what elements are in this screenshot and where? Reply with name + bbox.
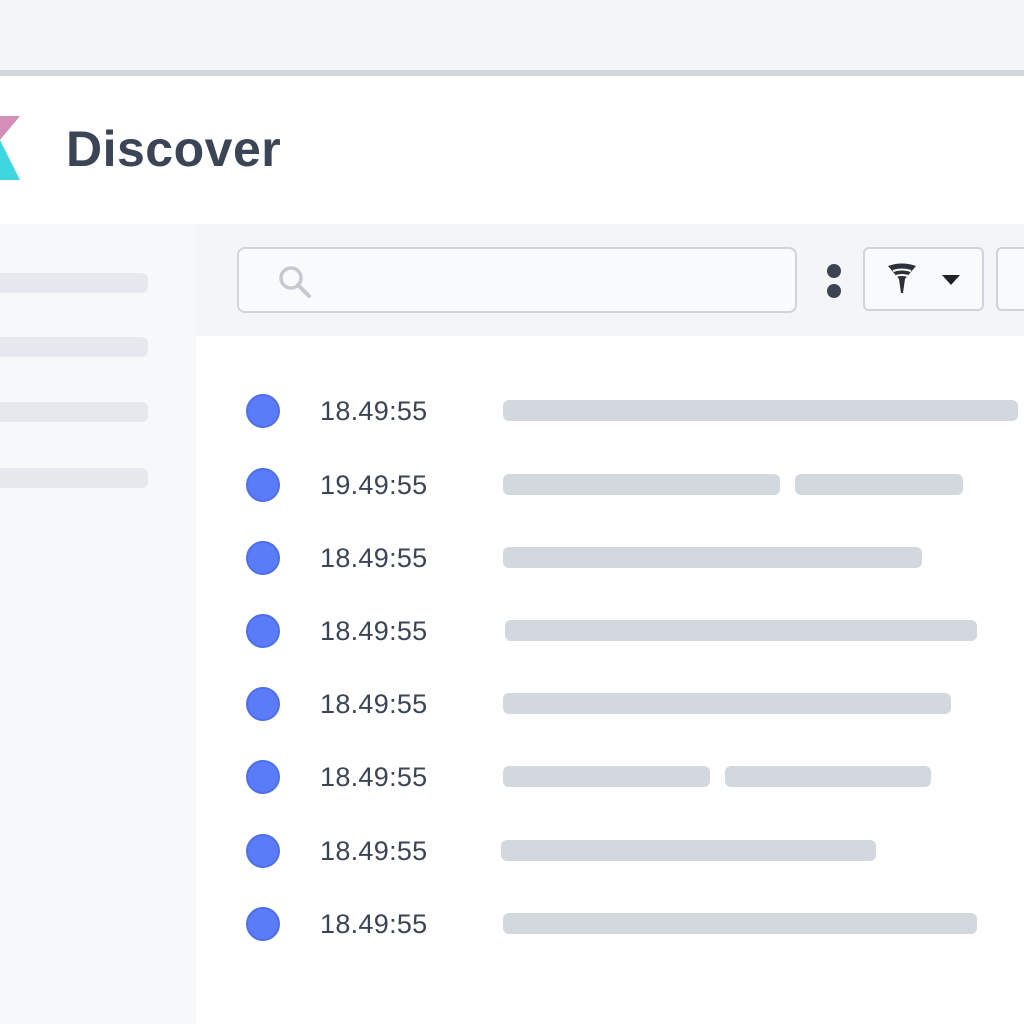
status-dot [246, 394, 280, 428]
content-placeholder [503, 547, 922, 568]
status-dot [246, 614, 280, 648]
event-time: 18.49:55 [320, 762, 428, 792]
kebab-menu-icon[interactable] [822, 262, 846, 302]
event-time: 18.49:55 [320, 543, 428, 573]
content-placeholder [795, 474, 963, 495]
content-placeholder [725, 766, 931, 787]
status-dot [246, 687, 280, 721]
event-time: 18.49:55 [320, 689, 428, 719]
status-dot [246, 541, 280, 575]
browser-chrome [0, 0, 1024, 70]
sidebar-item[interactable] [0, 273, 148, 293]
sidebar-item[interactable] [0, 402, 148, 422]
list-item[interactable]: 18.49:55 [207, 606, 1024, 656]
content-placeholder [503, 474, 780, 495]
content-placeholder [503, 913, 977, 934]
toolbar-button[interactable] [996, 247, 1024, 311]
event-time: 18.49:55 [320, 909, 428, 939]
list-item[interactable]: 18.49:55 [207, 826, 1024, 876]
status-dot [246, 834, 280, 868]
status-dot [246, 907, 280, 941]
filter-dropdown-button[interactable] [863, 247, 984, 311]
event-time: 18.49:55 [320, 616, 428, 646]
sidebar-item[interactable] [0, 337, 148, 357]
event-time: 18.49:55 [320, 396, 428, 426]
status-dot [246, 468, 280, 502]
search-icon [279, 266, 311, 298]
search-input[interactable] [323, 259, 783, 301]
content-placeholder [503, 766, 710, 787]
event-list: 18.49:55 19.49:55 18.49:55 18.49:55 18.4… [207, 336, 1024, 1024]
content-placeholder [501, 840, 876, 861]
list-item[interactable]: 18.49:55 [207, 752, 1024, 802]
event-time: 18.49:55 [320, 836, 428, 866]
content-placeholder [503, 400, 1018, 421]
sidebar-item[interactable] [0, 468, 148, 488]
funnel-icon [888, 263, 916, 293]
list-item[interactable]: 18.49:55 [207, 533, 1024, 583]
content-placeholder [505, 620, 977, 641]
search-box[interactable] [237, 247, 797, 313]
kibana-logo[interactable] [0, 116, 24, 182]
list-item[interactable]: 18.49:55 [207, 386, 1024, 436]
list-item[interactable]: 18.49:55 [207, 899, 1024, 949]
content-placeholder [503, 693, 951, 714]
page-title: Discover [66, 121, 282, 177]
status-dot [246, 760, 280, 794]
caret-down-icon [942, 275, 960, 285]
list-item[interactable]: 18.49:55 [207, 679, 1024, 729]
list-item[interactable]: 19.49:55 [207, 460, 1024, 510]
sidebar [0, 224, 196, 1024]
event-time: 19.49:55 [320, 470, 428, 500]
